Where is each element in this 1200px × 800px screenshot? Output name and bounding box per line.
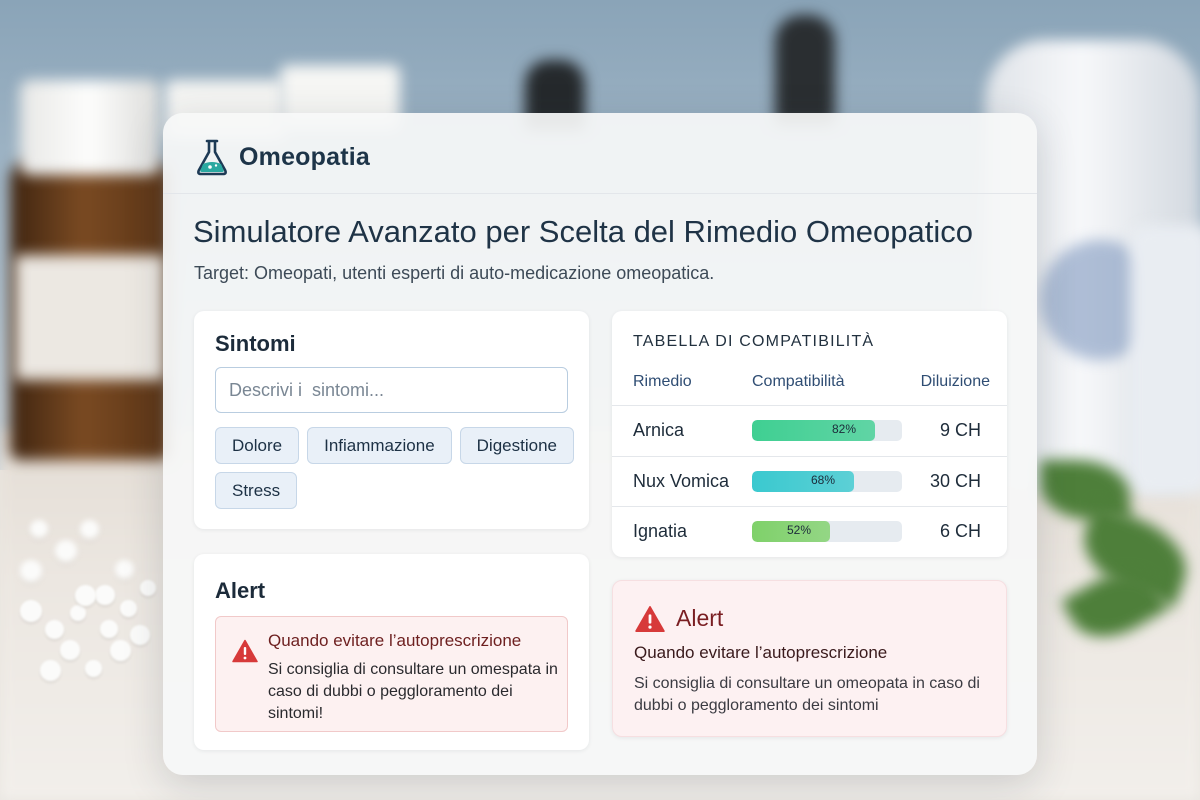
background-dropper [775,15,835,125]
alert-heading: Quando evitare l’autoprescrizione [634,643,888,662]
background-pill [85,660,102,677]
compatibility-percent: 82% [832,422,857,436]
background-pill [110,640,131,661]
background-pill [70,605,86,621]
chip-stress[interactable]: Stress [215,472,298,509]
background-pill [80,520,99,539]
remedy-name: Ignatia [633,521,688,541]
warning-triangle-icon [232,639,258,663]
compatibility-panel: TABELLA DI COMPATIBILITÀ Rimedio Compati… [612,311,1007,557]
flask-icon [197,139,227,176]
background-pill [40,660,61,681]
header-divider [163,193,1037,194]
dilution-value: 30 CH [929,471,981,491]
background-pill [45,620,64,639]
background-pill [20,560,42,582]
background-bottle-label [15,255,165,380]
column-header-dilution: Diluizione [920,373,990,390]
background-pill [60,640,80,660]
page-title: Simulatore Avanzato per Scelta del Rimed… [193,214,974,249]
background-jar [1130,225,1200,495]
alert-heading: Quando evitare l’autoprescrizione [268,631,522,650]
compatibility-bar-fill [752,471,854,492]
chip-infiammazione[interactable]: Infiammazione [307,427,452,464]
background-bottle-cap [20,80,160,175]
dilution-value: 6 CH [939,521,981,541]
background-pill [100,620,118,638]
table-row[interactable]: Arnica 82% 9 CH [612,405,1007,455]
background-pill [140,580,156,596]
column-header-remedy: Rimedio [633,373,692,390]
chip-digestione[interactable]: Digestione [459,427,574,464]
dilution-value: 9 CH [939,420,981,440]
chip-dolore[interactable]: Dolore [215,427,300,464]
compatibility-percent: 68% [811,473,836,487]
alert-box: Quando evitare l’autoprescrizione Si con… [215,616,568,732]
alert-text: Si consiglia di consultare un omeopata i… [634,675,980,714]
background-pill [75,585,96,606]
background-pill [55,540,77,562]
background-pill [20,600,42,622]
alert-title: Alert [215,578,266,603]
background-pill [30,520,48,538]
background-pill [115,560,134,579]
remedy-name: Nux Vomica [633,471,730,491]
compatibility-bar-fill [752,420,875,441]
warning-triangle-icon [635,606,665,632]
table-row[interactable]: Ignatia 52% 6 CH [612,506,1007,556]
background-pill [130,625,150,645]
background-pill [120,600,137,617]
symptom-chips: Dolore Infiammazione Digestione Stress [215,427,585,509]
page-subtitle: Target: Omeopati, utenti esperti di auto… [194,263,715,283]
compatibility-bar: 68% [752,471,902,492]
brand-header[interactable]: Omeopatia [195,137,370,177]
compatibility-bar: 82% [752,420,902,441]
background-pill [95,585,115,605]
compatibility-percent: 52% [787,523,812,537]
symptoms-title: Sintomi [215,331,296,356]
remedy-name: Arnica [633,420,685,440]
brand-name: Omeopatia [239,142,370,171]
alert-panel-secondary: Alert Quando evitare l’autoprescrizione … [612,580,1007,737]
table-row[interactable]: Nux Vomica 68% 30 CH [612,456,1007,506]
table-header: Rimedio Compatibilità Diluizione [612,373,1007,405]
alert-panel: Alert Quando evitare l’autoprescrizione … [194,554,589,750]
compatibility-title: TABELLA DI COMPATIBILITÀ [633,333,875,350]
column-header-compatibility: Compatibilità [752,373,845,390]
symptoms-panel: Sintomi Dolore Infiammazione Digestione … [194,311,589,529]
alert-title: Alert [676,605,724,631]
main-card: Omeopatia Simulatore Avanzato per Scelta… [163,113,1037,775]
symptoms-search-input[interactable] [215,367,568,413]
alert-text: Si consiglia di consultare un omespata i… [268,661,558,722]
compatibility-bar: 52% [752,521,902,542]
